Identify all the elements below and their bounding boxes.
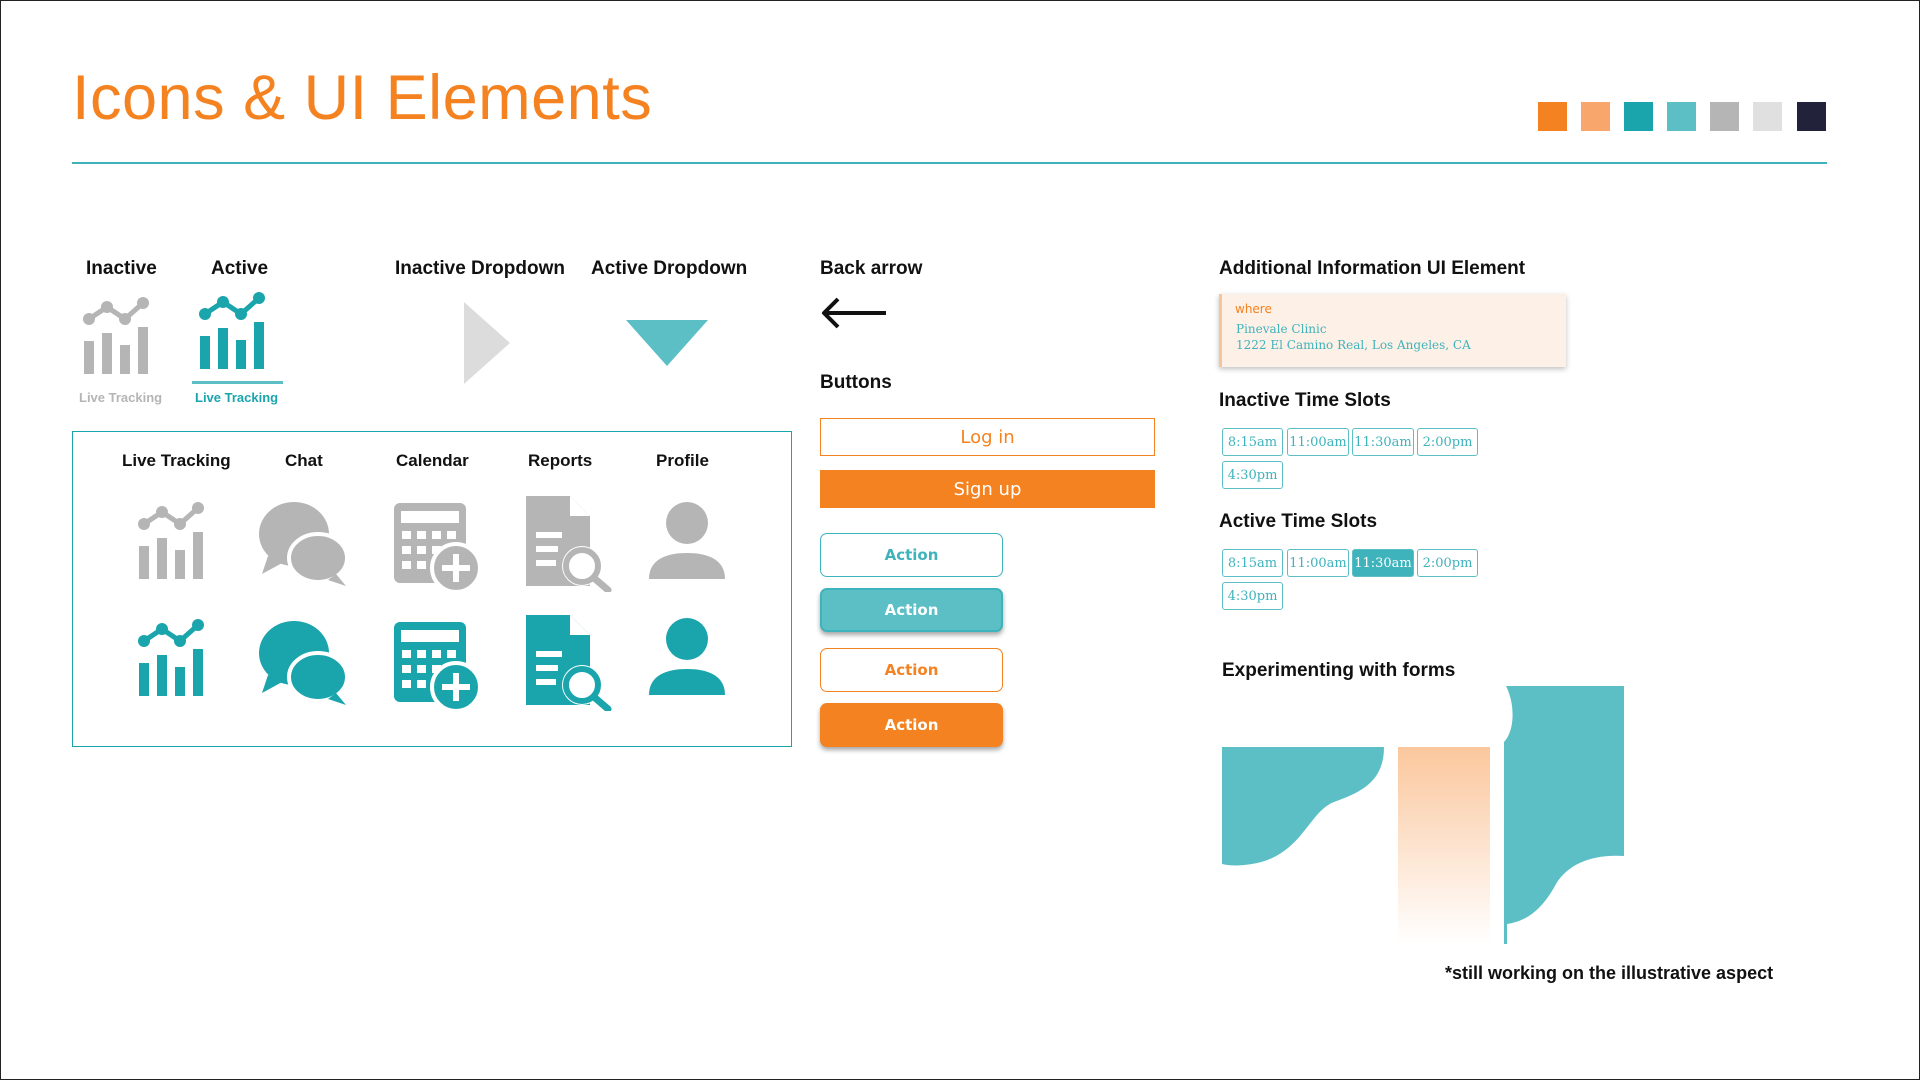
additional-info-heading: Additional Information UI Element [1219, 258, 1526, 279]
active-dropdown-label: Active Dropdown [591, 258, 748, 279]
forms-heading: Experimenting with forms [1222, 660, 1456, 681]
action-button-orange-outline[interactable]: Action [820, 648, 1003, 692]
info-where-label: where [1235, 302, 1272, 316]
live-tracking-icon-inactive [83, 297, 149, 374]
time-slot[interactable]: 8:15am [1222, 428, 1283, 456]
inactive-label: Inactive [86, 258, 157, 279]
live-tracking-icon [138, 502, 204, 579]
swatch-light-gray [1753, 102, 1782, 131]
grid-header-profile: Profile [656, 451, 709, 470]
back-arrow-icon[interactable] [820, 295, 888, 331]
time-slot[interactable]: 4:30pm [1222, 461, 1283, 489]
live-tracking-icon-active[interactable] [198, 292, 278, 372]
swatch-gray [1710, 102, 1739, 131]
time-slot-selected[interactable]: 11:30am [1352, 549, 1414, 577]
buttons-heading: Buttons [820, 372, 892, 393]
info-clinic-name: Pinevale Clinic [1236, 322, 1327, 336]
time-slot[interactable]: 11:00am [1287, 549, 1349, 577]
teal-form-shape-right [1504, 686, 1624, 944]
time-slot[interactable]: 4:30pm [1222, 582, 1283, 610]
time-slot[interactable]: 11:30am [1352, 428, 1414, 456]
action-button-orange-filled[interactable]: Action [820, 703, 1003, 747]
inactive-caption: Live Tracking [79, 390, 163, 405]
swatch-light-orange [1581, 102, 1610, 131]
calendar-add-icon-teal[interactable] [394, 622, 484, 712]
profile-icon [649, 502, 725, 579]
time-slot[interactable]: 11:00am [1287, 428, 1349, 456]
active-slots-heading: Active Time Slots [1219, 511, 1378, 532]
back-arrow-label: Back arrow [820, 258, 923, 279]
form-shapes-illustration [1222, 686, 1624, 944]
chat-icon [259, 502, 349, 586]
swatch-orange [1538, 102, 1567, 131]
signup-button[interactable]: Sign up [820, 470, 1155, 508]
time-slot[interactable]: 2:00pm [1417, 549, 1478, 577]
time-slot[interactable]: 2:00pm [1417, 428, 1478, 456]
action-button-teal-outline[interactable]: Action [820, 533, 1003, 577]
inactive-dropdown-label: Inactive Dropdown [395, 258, 565, 279]
chat-icon-teal[interactable] [258, 619, 350, 707]
dropdown-active-arrow-icon[interactable] [626, 320, 708, 366]
active-tab-underline [192, 381, 283, 384]
swatch-light-teal [1667, 102, 1696, 131]
report-search-icon-teal[interactable] [526, 615, 612, 711]
calendar-add-icon [394, 503, 482, 593]
active-caption: Live Tracking [195, 390, 279, 405]
page-title: Icons & UI Elements [72, 63, 653, 133]
grid-header-chat: Chat [285, 451, 323, 470]
dropdown-inactive-arrow-icon[interactable] [464, 302, 510, 384]
live-tracking-icon-teal[interactable] [137, 619, 217, 699]
report-search-icon [526, 496, 612, 592]
login-button[interactable]: Log in [820, 418, 1155, 456]
action-button-teal-filled[interactable]: Action [820, 588, 1003, 632]
grid-header-calendar: Calendar [396, 451, 469, 470]
grid-header-reports: Reports [528, 451, 593, 470]
time-slot[interactable]: 8:15am [1222, 549, 1283, 577]
swatch-navy [1797, 102, 1826, 131]
info-address: 1222 El Camino Real, Los Angeles, CA [1236, 338, 1471, 352]
additional-info-card[interactable]: where Pinevale Clinic 1222 El Camino Rea… [1219, 294, 1566, 367]
teal-form-shape-left [1222, 747, 1384, 866]
peach-gradient-shape [1398, 747, 1490, 944]
swatch-teal [1624, 102, 1653, 131]
active-label: Active [211, 258, 269, 279]
forms-footnote: *still working on the illustrative aspec… [1445, 963, 1774, 983]
inactive-slots-heading: Inactive Time Slots [1219, 390, 1391, 411]
grid-header-live-tracking: Live Tracking [122, 451, 231, 470]
title-divider [72, 162, 1827, 164]
profile-icon-teal[interactable] [649, 617, 725, 697]
